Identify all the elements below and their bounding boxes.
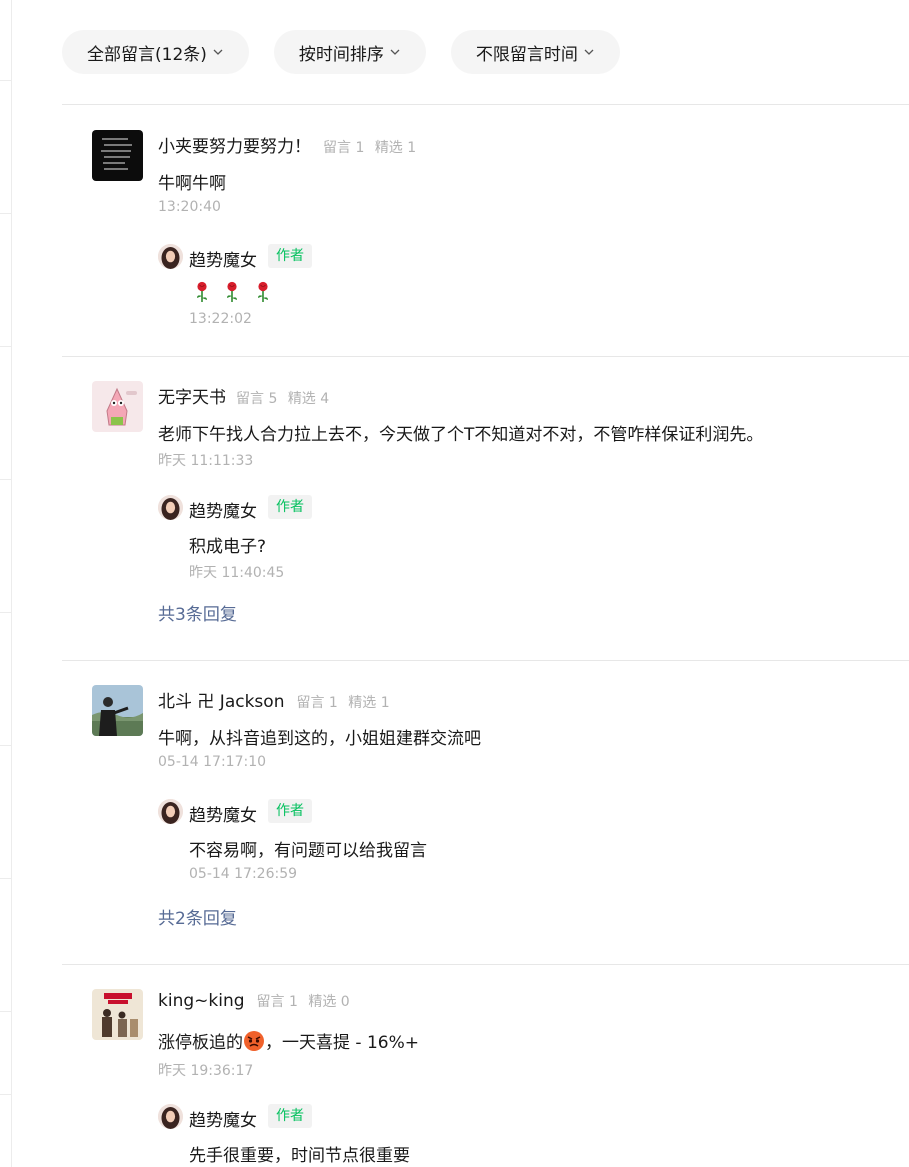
comment-content-part: ，一天喜提 - 16%+ <box>265 1033 419 1053</box>
avatar[interactable] <box>92 130 143 181</box>
stat-selected: 精选 1 <box>348 695 390 711</box>
comment-item: king~king 留言 1 精选 0 涨停板追的 ，一天喜提 - 16%+ 昨… <box>62 964 909 1167</box>
nickname[interactable]: 北斗 卍 Jackson <box>158 687 284 712</box>
stat-selected: 精选 0 <box>308 994 350 1010</box>
reply-time: 13:22:02 <box>189 311 252 327</box>
comment-time: 13:20:40 <box>158 199 221 215</box>
comment-content-part: 涨停板追的 <box>158 1033 243 1053</box>
filter-all-comments-label: 全部留言(12条) <box>87 44 207 65</box>
user-stats: 留言 1 精选 1 <box>296 692 389 712</box>
nickname[interactable]: 小夹要努力要努力！ <box>158 132 311 157</box>
comment-time: 昨天 19:36:17 <box>158 1063 254 1079</box>
comment-time: 昨天 11:11:33 <box>158 453 254 469</box>
user-stats: 留言 5 精选 4 <box>236 388 329 408</box>
filter-sort-by-time[interactable]: 按时间排序 <box>273 30 426 74</box>
author-name[interactable]: 趋势魔女 <box>189 801 257 826</box>
chevron-down-icon <box>389 46 401 58</box>
reply-content: 先手很重要，时间节点很重要 <box>189 1146 410 1166</box>
reply-content: 积成电子? <box>189 537 267 557</box>
stat-comments: 留言 1 <box>296 695 338 711</box>
reply-time: 05-14 17:26:59 <box>189 866 298 882</box>
user-stats: 留言 1 精选 0 <box>257 991 350 1011</box>
comment-header: 北斗 卍 Jackson 留言 1 精选 1 <box>158 687 390 712</box>
stat-comments: 留言 5 <box>236 391 278 407</box>
rose-emoji-icon <box>255 281 271 308</box>
author-badge: 作者 <box>268 244 312 268</box>
filter-bar: 全部留言(12条) 按时间排序 不限留言时间 <box>62 30 620 74</box>
filter-all-comments[interactable]: 全部留言(12条) <box>62 30 249 74</box>
filter-time-range-label: 不限留言时间 <box>475 44 578 65</box>
author-avatar[interactable] <box>158 799 183 824</box>
comment-content: 老师下午找人合力拉上去不，今天做了个T不知道对不对，不管咋样保证利润先。 <box>158 425 764 445</box>
rose-emoji-icon <box>194 281 210 308</box>
comment-item: 北斗 卍 Jackson 留言 1 精选 1 牛啊，从抖音追到这的，小姐姐建群交… <box>62 660 909 965</box>
author-badge: 作者 <box>268 1104 312 1128</box>
stat-selected: 精选 4 <box>287 391 330 407</box>
nickname[interactable]: king~king <box>158 991 245 1011</box>
left-rail <box>0 0 12 1167</box>
more-replies-link[interactable]: 共2条回复 <box>158 904 237 929</box>
angry-face-emoji-icon <box>243 1030 265 1057</box>
reply-time: 昨天 11:40:45 <box>189 565 285 581</box>
comment-header: king~king 留言 1 精选 0 <box>158 991 350 1011</box>
comment-item: 无字天书 留言 5 精选 4 老师下午找人合力拉上去不，今天做了个T不知道对不对… <box>62 356 909 661</box>
stat-selected: 精选 1 <box>374 140 417 156</box>
comment-header: 小夹要努力要努力！ 留言 1 精选 1 <box>158 132 416 157</box>
author-badge: 作者 <box>268 799 312 823</box>
filter-sort-by-time-label: 按时间排序 <box>298 44 384 65</box>
author-name[interactable]: 趋势魔女 <box>189 497 257 522</box>
more-replies-link[interactable]: 共3条回复 <box>158 600 237 625</box>
comments-page: 全部留言(12条) 按时间排序 不限留言时间 小夹要努力要努力！ 留言 1 精选… <box>0 0 909 1167</box>
author-name[interactable]: 趋势魔女 <box>189 1106 257 1131</box>
comment-item: 小夹要努力要努力！ 留言 1 精选 1 牛啊牛啊 13:20:40 趋势魔女 作… <box>62 105 909 357</box>
chevron-down-icon <box>583 46 595 58</box>
comment-time: 05-14 17:17:10 <box>158 754 267 770</box>
nickname[interactable]: 无字天书 <box>158 383 226 408</box>
reply-content <box>189 281 280 308</box>
author-avatar[interactable] <box>158 1104 183 1129</box>
author-badge: 作者 <box>268 495 312 519</box>
avatar[interactable] <box>92 989 143 1040</box>
comment-content: 涨停板追的 ，一天喜提 - 16%+ <box>158 1028 419 1057</box>
comment-content: 牛啊，从抖音追到这的，小姐姐建群交流吧 <box>158 729 481 749</box>
stat-comments: 留言 1 <box>323 140 365 156</box>
author-avatar[interactable] <box>158 244 183 269</box>
user-stats: 留言 1 精选 1 <box>323 137 416 157</box>
stat-comments: 留言 1 <box>256 994 298 1010</box>
chevron-down-icon <box>212 46 224 58</box>
filter-time-range[interactable]: 不限留言时间 <box>450 30 620 74</box>
avatar[interactable] <box>92 685 143 736</box>
reply-content: 不容易啊，有问题可以给我留言 <box>189 841 427 861</box>
author-avatar[interactable] <box>158 495 183 520</box>
rose-emoji-icon <box>224 281 240 308</box>
author-name[interactable]: 趋势魔女 <box>189 246 257 271</box>
avatar[interactable] <box>92 381 143 432</box>
comment-content: 牛啊牛啊 <box>158 174 226 194</box>
comment-header: 无字天书 留言 5 精选 4 <box>158 383 329 408</box>
